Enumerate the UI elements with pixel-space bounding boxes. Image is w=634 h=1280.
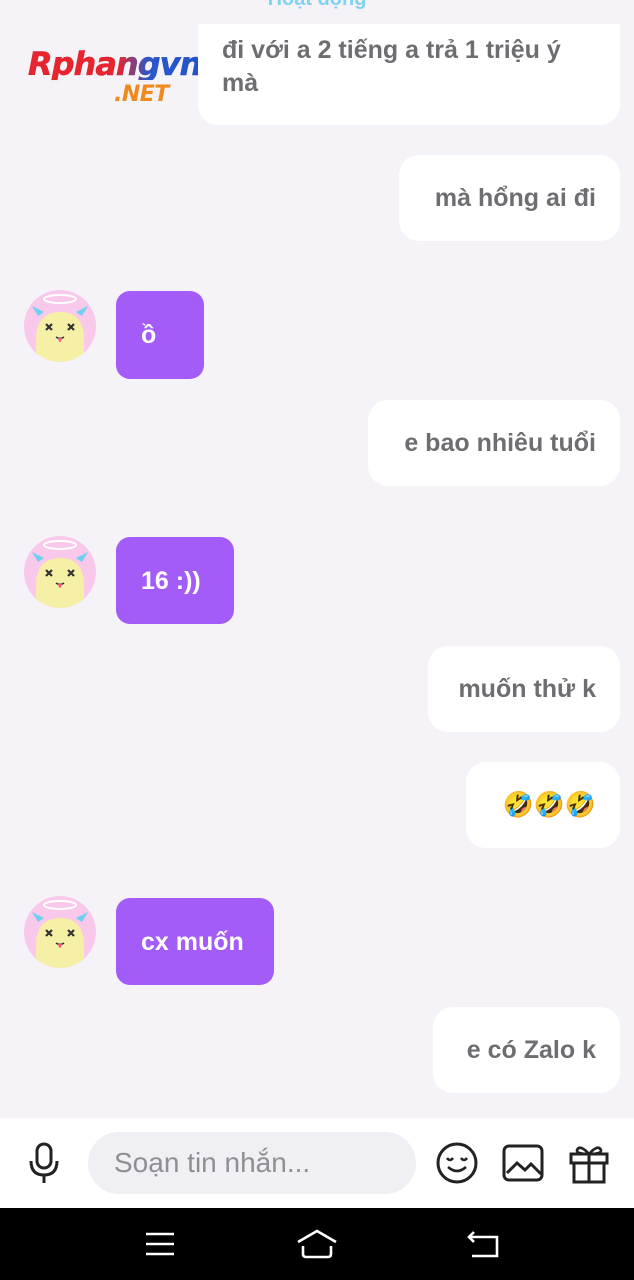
message-bubble-outgoing[interactable]: đi với a 2 tiếng a trả 1 triệu ý mà (198, 24, 620, 125)
menu-icon[interactable] (140, 1228, 180, 1260)
message-bubble-outgoing[interactable]: mà hổng ai đi (399, 155, 620, 241)
contact-avatar[interactable] (24, 536, 96, 608)
message-bubble-incoming[interactable]: ồ (116, 291, 204, 379)
status-peek: Hoạt động (0, 0, 634, 11)
gift-icon[interactable] (566, 1140, 612, 1186)
message-bubble-outgoing[interactable]: 🤣🤣🤣 (466, 762, 620, 848)
message-bubble-incoming[interactable]: 16 :)) (116, 537, 234, 624)
contact-avatar[interactable] (24, 290, 96, 362)
system-navigation-bar (0, 1208, 634, 1280)
microphone-icon[interactable] (22, 1140, 66, 1186)
avatar-icon (32, 900, 88, 968)
composer-bar (0, 1118, 634, 1208)
message-input[interactable] (88, 1132, 416, 1194)
message-bubble-outgoing[interactable]: e có Zalo k (433, 1007, 620, 1093)
avatar-icon (32, 294, 88, 362)
image-icon[interactable] (500, 1140, 546, 1186)
back-icon[interactable] (464, 1226, 504, 1262)
emoji-icon[interactable] (434, 1140, 480, 1186)
watermark-bottom: .NET (114, 82, 169, 107)
message-bubble-outgoing[interactable]: muốn thử k (428, 646, 620, 732)
message-bubble-incoming[interactable]: cx muốn (116, 898, 274, 985)
home-icon[interactable] (294, 1226, 340, 1262)
contact-avatar[interactable] (24, 896, 96, 968)
message-bubble-outgoing[interactable]: e bao nhiêu tuổi (368, 400, 620, 486)
avatar-icon (32, 540, 88, 608)
